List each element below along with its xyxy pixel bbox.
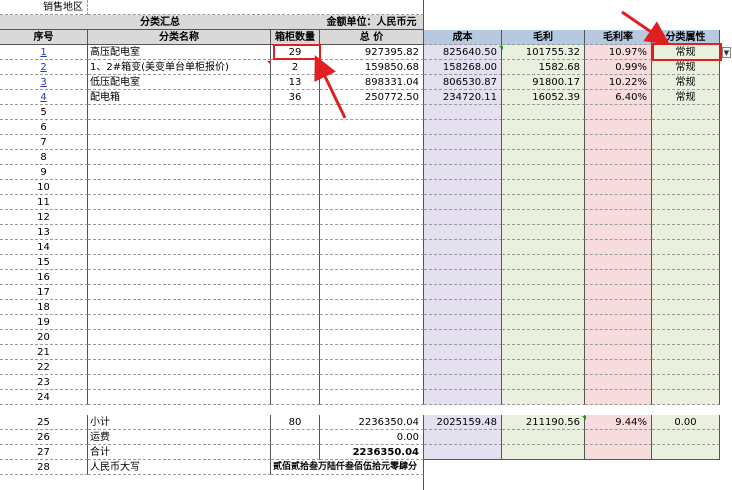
- arrow-to-attribute: [621, 10, 670, 45]
- annotation-arrows: [314, 10, 670, 119]
- arrow-to-box-count: [314, 55, 347, 119]
- spreadsheet: 销售地区 分类汇总 金额单位：人民币元 序号 分类名称 箱柜数量 总 价 成本 …: [0, 0, 732, 490]
